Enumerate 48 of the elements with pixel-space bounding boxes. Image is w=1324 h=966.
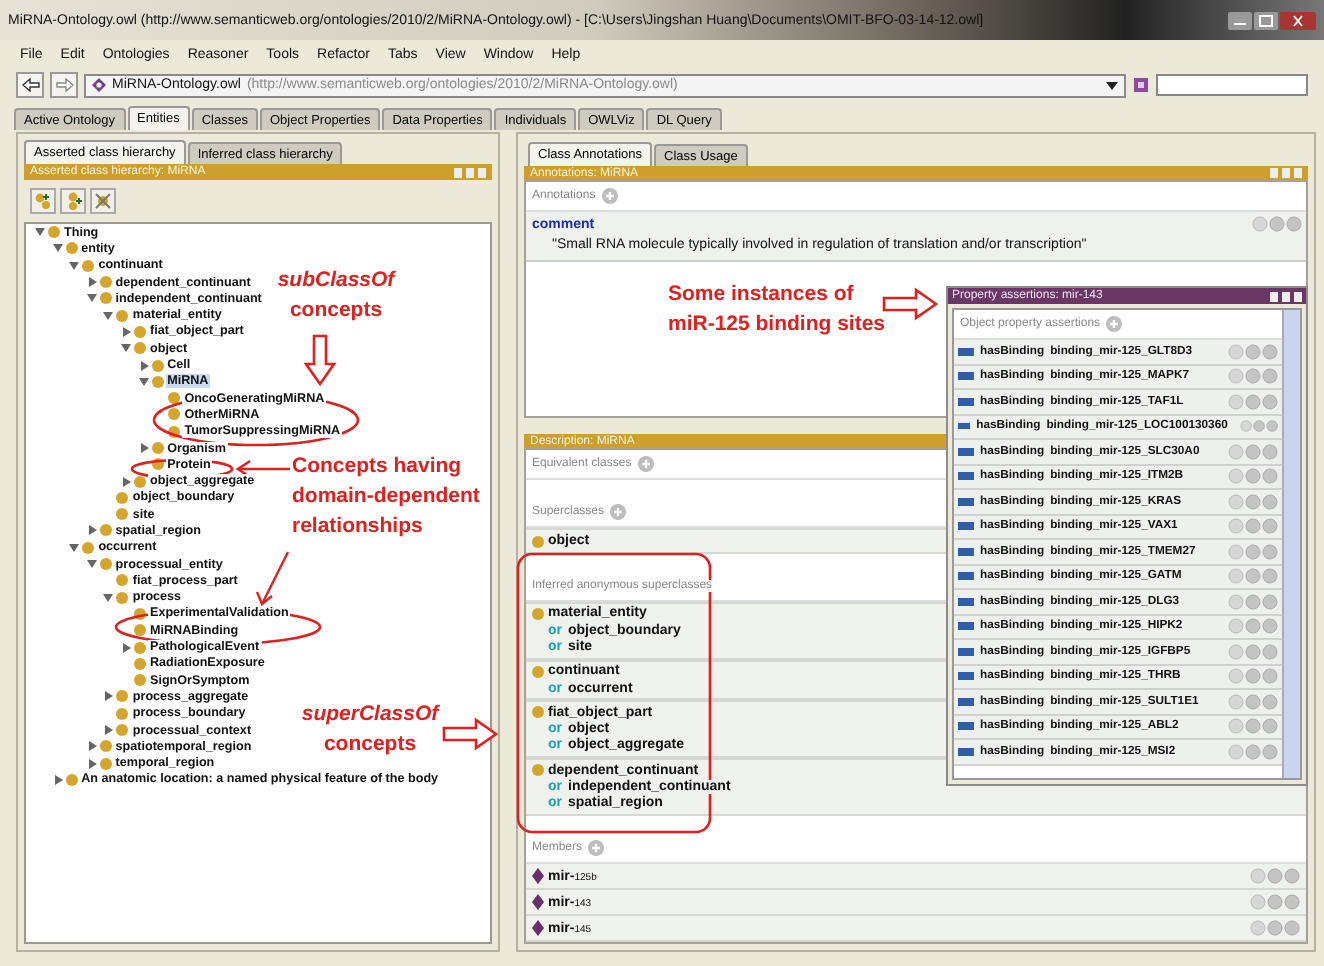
expand-toggle-icon[interactable] (85, 292, 100, 305)
scrollbar[interactable] (1282, 310, 1300, 778)
expand-toggle-icon[interactable] (102, 309, 117, 322)
expand-toggle-icon[interactable] (85, 558, 100, 571)
expand-toggle-icon[interactable] (68, 541, 83, 554)
pointer-arrow (235, 459, 290, 479)
expand-toggle-icon[interactable] (137, 442, 152, 454)
class-icon (532, 607, 544, 620)
pointer-arrow (255, 551, 290, 606)
class-icon (65, 773, 78, 786)
class-icon (532, 764, 544, 777)
expand-toggle-icon[interactable] (102, 591, 117, 604)
expand-toggle-icon[interactable] (34, 226, 48, 239)
expand-toggle-icon[interactable] (85, 740, 100, 753)
search-field[interactable] (1156, 74, 1308, 96)
block-arrow (882, 287, 939, 321)
expand-toggle-icon[interactable] (137, 375, 152, 388)
expand-toggle-icon[interactable] (51, 242, 66, 255)
close-icon[interactable] (1280, 11, 1316, 29)
expand-toggle-icon[interactable] (120, 325, 134, 338)
ontology-icon (92, 78, 106, 92)
expand-toggle-icon[interactable] (137, 359, 152, 372)
callout-text: subClassOf concepts (275, 266, 398, 326)
search-icon[interactable] (1132, 76, 1150, 94)
block-arrow (303, 334, 337, 387)
add-sibling-button[interactable] (60, 188, 86, 214)
minimize-icon[interactable] (1228, 11, 1252, 29)
class-icon (532, 706, 544, 719)
callout-text: superClassOf concepts (299, 700, 442, 760)
dropdown-caret-icon[interactable] (1106, 81, 1118, 89)
expand-toggle-icon[interactable] (102, 690, 117, 703)
delete-class-button[interactable] (90, 188, 116, 214)
property-icon (958, 422, 971, 431)
maximize-icon[interactable] (1254, 11, 1278, 29)
add-subclass-button[interactable] (30, 188, 56, 214)
expand-toggle-icon[interactable] (51, 773, 66, 786)
callout-text: Some instances of miR-125 binding sites (668, 280, 888, 340)
expand-toggle-icon[interactable] (120, 342, 134, 355)
callout-text: Concepts having domain-dependent relationships (292, 452, 482, 542)
back-button[interactable] (16, 72, 44, 98)
class-icon (532, 535, 544, 548)
expand-toggle-icon[interactable] (68, 259, 83, 272)
expand-toggle-icon[interactable] (102, 724, 117, 737)
panel-controls-icon[interactable] (1270, 291, 1302, 301)
expand-toggle-icon[interactable] (85, 276, 100, 289)
expand-toggle-icon[interactable] (120, 475, 134, 488)
expand-toggle-icon[interactable] (85, 524, 100, 537)
class-icon (532, 665, 544, 678)
